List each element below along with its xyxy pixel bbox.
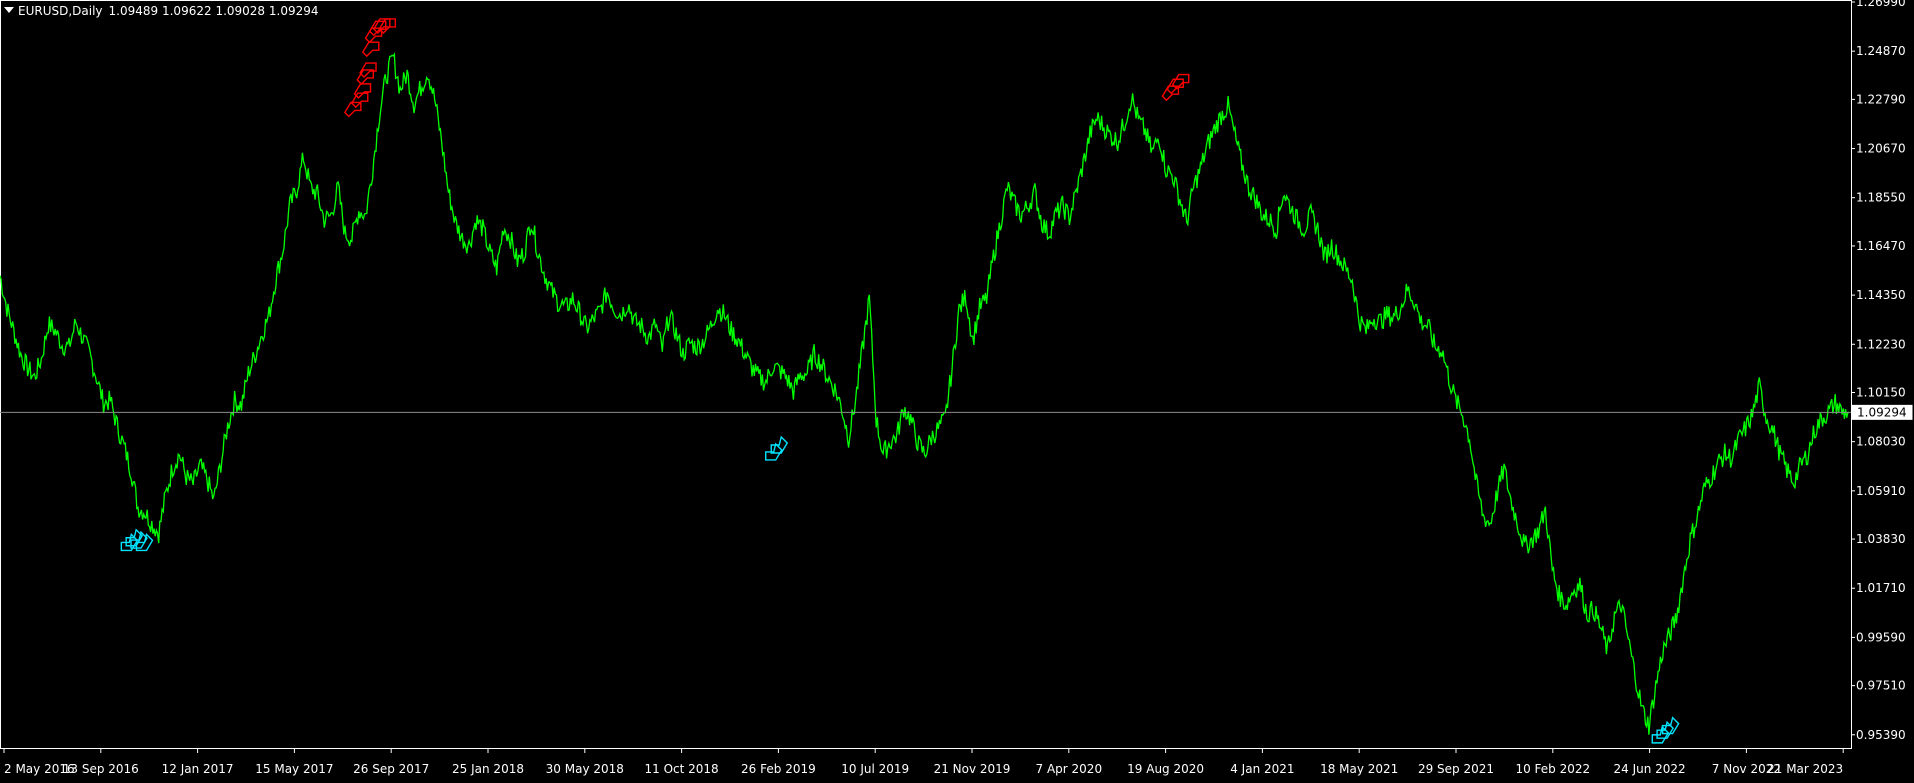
y-tick-label: 1.18550 (1856, 191, 1906, 205)
current-price-line-group: 1.09294 (0, 404, 1913, 420)
x-tick-label: 26 Feb 2019 (741, 762, 816, 776)
y-tick-label: 0.97510 (1856, 679, 1906, 693)
x-tick-label: 29 Sep 2021 (1418, 762, 1494, 776)
y-tick-label: 0.95390 (1856, 728, 1906, 742)
price-series (0, 52, 1850, 735)
x-tick-label: 4 Jan 2021 (1230, 762, 1294, 776)
y-tick-label: 1.01710 (1856, 581, 1906, 595)
y-tick-label: 0.99590 (1856, 630, 1906, 644)
x-tick-label: 13 Sep 2016 (63, 762, 139, 776)
x-tick-label: 26 Sep 2017 (353, 762, 429, 776)
close-price: 1.09294 (268, 4, 319, 18)
sell-arrow-icon (1171, 73, 1190, 90)
x-tick-label: 30 May 2018 (546, 762, 624, 776)
y-tick-label: 1.03830 (1856, 532, 1906, 546)
y-tick-label: 1.22790 (1856, 92, 1906, 106)
y-tick-label: 1.26990 (1856, 0, 1906, 9)
buy-arrow-icon (765, 442, 783, 461)
y-tick-label: 1.08030 (1856, 435, 1906, 449)
x-tick-label: 24 Jun 2022 (1614, 762, 1686, 776)
x-tick-label: 10 Feb 2022 (1515, 762, 1590, 776)
y-tick-label: 1.16470 (1856, 239, 1906, 253)
x-tick-label: 15 May 2017 (255, 762, 333, 776)
high-price: 1.09622 (161, 4, 212, 18)
price-chart[interactable]: 1.09294 1.26990 1.24870 1.22790 1.20670 1.18… (0, 0, 1914, 783)
chart-frame (0, 0, 1852, 749)
x-tick-label: 11 Oct 2018 (645, 762, 719, 776)
chart-window[interactable]: 1.09294 1.26990 1.24870 1.22790 1.20670 1.18… (0, 0, 1914, 783)
x-tick-label: 25 Jan 2018 (452, 762, 524, 776)
price-axis[interactable]: 1.26990 1.24870 1.22790 1.20670 1.18550 1.164… (1851, 0, 1906, 742)
x-tick-label: 19 Aug 2020 (1127, 762, 1204, 776)
open-price: 1.09489 (108, 4, 159, 18)
symbol-timeframe-label: EURUSD,Daily (18, 4, 103, 18)
x-tick-label: 21 Nov 2019 (934, 762, 1011, 776)
y-tick-label: 1.20670 (1856, 142, 1906, 156)
time-axis[interactable]: 2 May 201613 Sep 2016 12 Jan 2017 15 May 2… (3, 749, 1844, 776)
y-tick-label: 1.05910 (1856, 484, 1906, 498)
current-price-tag-label: 1.09294 (1857, 405, 1907, 419)
y-tick-label: 1.24870 (1856, 44, 1906, 58)
y-tick-label: 1.14350 (1856, 288, 1906, 302)
y-tick-label: 1.10150 (1856, 386, 1906, 400)
x-tick-label: 7 Apr 2020 (1036, 762, 1103, 776)
x-tick-label: 12 Jan 2017 (162, 762, 234, 776)
y-tick-label: 1.12230 (1856, 337, 1906, 351)
chart-menu-triangle-icon[interactable] (4, 7, 14, 13)
plot-border (0, 0, 1852, 749)
chart-header: EURUSD,Daily 1.09489 1.09622 1.09028 1.09… (4, 4, 319, 18)
x-tick-label: 10 Jul 2019 (841, 762, 909, 776)
x-tick-label: 21 Mar 2023 (1767, 762, 1843, 776)
sell-arrow-icon (361, 41, 380, 58)
price-line (0, 52, 1850, 735)
x-tick-label: 18 May 2021 (1320, 762, 1398, 776)
low-price: 1.09028 (215, 4, 266, 18)
sell-arrow-icon (356, 69, 374, 85)
signal-arrows (120, 18, 1680, 744)
sell-arrow-icon (350, 92, 369, 109)
